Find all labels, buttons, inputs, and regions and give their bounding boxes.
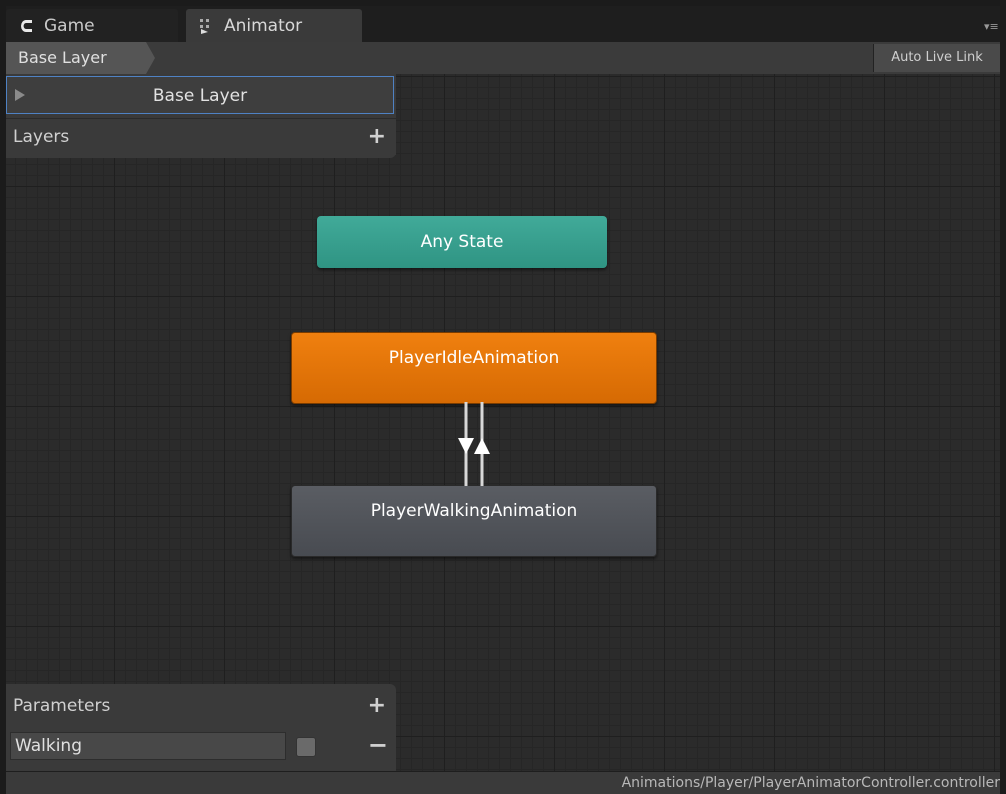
state-player-walking[interactable]: PlayerWalkingAnimation [291,485,657,557]
tab-animator[interactable]: Animator [186,9,362,42]
transition-walking-to-idle[interactable] [474,402,490,486]
tab-animator-label: Animator [224,15,303,36]
add-layer-button[interactable]: + [368,119,386,155]
state-player-idle[interactable]: PlayerIdleAnimation [291,332,657,404]
parameter-name-field[interactable]: Walking [10,732,286,760]
remove-parameter-button[interactable]: − [368,730,388,760]
layers-title: Layers [13,127,70,147]
animator-icon [196,18,218,34]
parameters-panel: Parameters + Walking − [6,684,396,771]
parameter-row: Walking − [10,730,392,764]
parameter-bool-checkbox[interactable] [296,737,316,757]
arrow-up-icon [474,438,490,454]
arrow-down-icon [458,438,474,454]
layers-header: Layers + [6,118,396,155]
tab-menu-icon[interactable]: ▾≡ [984,20,1000,34]
breadcrumb-bar: Base Layer Auto Live Link [6,42,1000,75]
controller-path: Animations/Player/PlayerAnimatorControll… [621,775,1000,791]
state-any-state[interactable]: Any State [317,216,607,268]
tab-game-label: Game [44,15,95,36]
unity-logo-icon [16,18,38,34]
breadcrumb-base-layer[interactable]: Base Layer [6,42,155,74]
layer-item-base-layer[interactable]: Base Layer [6,76,394,114]
add-parameter-button[interactable]: + [368,688,386,724]
status-bar: Animations/Player/PlayerAnimatorControll… [6,771,1000,794]
layer-name: Base Layer [152,86,248,106]
state-machine-graph[interactable] [6,74,1000,771]
auto-live-link-button[interactable]: Auto Live Link [873,44,1000,72]
transition-idle-to-walking[interactable] [458,402,474,486]
tab-game[interactable]: Game [6,9,178,42]
layers-panel: Base Layer Layers + [6,74,396,158]
tab-bar: Game Animator ▾≡ [6,6,1000,42]
animator-window: Game Animator ▾≡ Base Layer Auto Live Li… [6,6,1000,794]
parameters-header: Parameters + [6,688,396,724]
parameters-title: Parameters [13,696,111,716]
transition-arrows[interactable] [458,402,490,486]
